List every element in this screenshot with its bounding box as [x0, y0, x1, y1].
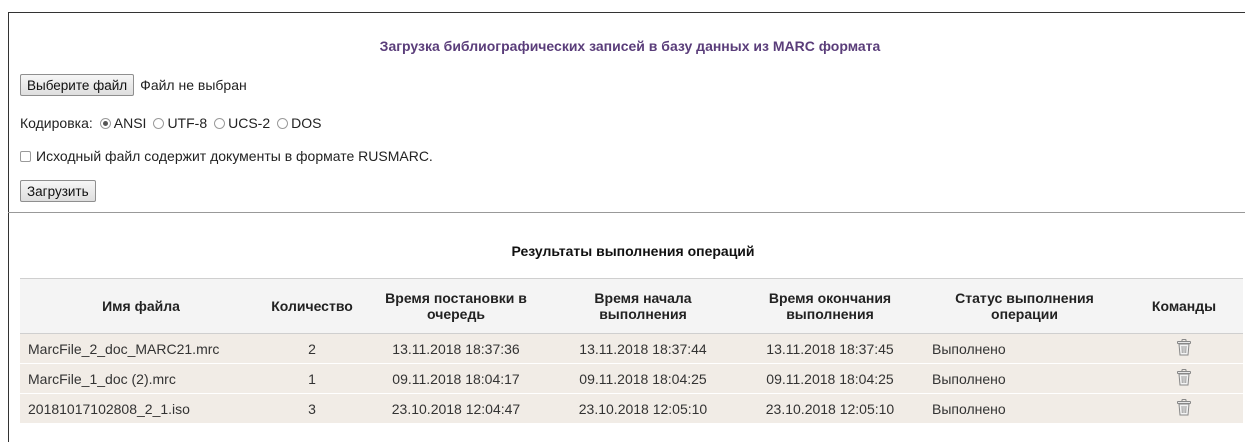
table-row: MarcFile_1_doc (2).mrc 1 09.11.2018 18:0…: [20, 364, 1243, 394]
radio-utf8[interactable]: [153, 118, 164, 129]
trash-icon[interactable]: [1177, 369, 1191, 389]
table-row: 20181017102808_2_1.iso 3 23.10.2018 12:0…: [20, 394, 1243, 424]
encoding-label: Кодировка:: [20, 115, 93, 131]
cell-filename: MarcFile_1_doc (2).mrc: [20, 364, 262, 394]
cell-commands: [1125, 394, 1243, 424]
col-header-queued[interactable]: Время постановки в очередь: [362, 279, 550, 334]
results-title: Результаты выполнения операций: [0, 243, 1245, 259]
cell-status: Выполнено: [924, 334, 1125, 364]
cell-count: 2: [262, 334, 362, 364]
rusmarc-label: Исходный файл содержит документы в форма…: [36, 148, 433, 164]
col-header-count[interactable]: Количество: [262, 279, 362, 334]
cell-started: 23.10.2018 12:05:10: [550, 394, 736, 424]
table-row: MarcFile_2_doc_MARC21.mrc 2 13.11.2018 1…: [20, 334, 1243, 364]
table-header-row: Имя файла Количество Время постановки в …: [20, 279, 1243, 334]
page-title: Загрузка библиографических записей в баз…: [0, 38, 1245, 54]
col-header-finished[interactable]: Время окончания выполнения: [736, 279, 924, 334]
radio-ucs2-label: UCS-2: [228, 115, 270, 131]
col-header-filename[interactable]: Имя файла: [20, 279, 262, 334]
cell-count: 3: [262, 394, 362, 424]
cell-started: 13.11.2018 18:37:44: [550, 334, 736, 364]
section-divider: [8, 212, 1245, 213]
cell-status: Выполнено: [924, 394, 1125, 424]
cell-count: 1: [262, 364, 362, 394]
col-header-status[interactable]: Статус выполнения операции: [924, 279, 1125, 334]
cell-finished: 23.10.2018 12:05:10: [736, 394, 924, 424]
rusmarc-checkbox[interactable]: [20, 151, 31, 162]
cell-started: 09.11.2018 18:04:25: [550, 364, 736, 394]
col-header-commands: Команды: [1125, 279, 1243, 334]
radio-ansi[interactable]: [100, 118, 111, 129]
radio-dos-label: DOS: [291, 115, 321, 131]
rusmarc-option: Исходный файл содержит документы в форма…: [20, 148, 433, 164]
trash-icon[interactable]: [1177, 399, 1191, 419]
encoding-group: Кодировка: ANSI UTF-8 UCS-2 DOS: [20, 115, 321, 131]
cell-commands: [1125, 364, 1243, 394]
cell-queued: 13.11.2018 18:37:36: [362, 334, 550, 364]
col-header-started[interactable]: Время начала выполнения: [550, 279, 736, 334]
cell-finished: 09.11.2018 18:04:25: [736, 364, 924, 394]
upload-button[interactable]: Загрузить: [20, 180, 96, 202]
choose-file-button[interactable]: Выберите файл: [20, 74, 134, 96]
radio-ansi-label: ANSI: [114, 115, 147, 131]
radio-ucs2[interactable]: [214, 118, 225, 129]
cell-filename: 20181017102808_2_1.iso: [20, 394, 262, 424]
file-picker: Выберите файл Файл не выбран: [20, 74, 247, 96]
cell-queued: 09.11.2018 18:04:17: [362, 364, 550, 394]
cell-queued: 23.10.2018 12:04:47: [362, 394, 550, 424]
cell-filename: MarcFile_2_doc_MARC21.mrc: [20, 334, 262, 364]
cell-finished: 13.11.2018 18:37:45: [736, 334, 924, 364]
results-table: Имя файла Количество Время постановки в …: [20, 278, 1243, 424]
cell-status: Выполнено: [924, 364, 1125, 394]
radio-utf8-label: UTF-8: [167, 115, 207, 131]
radio-dos[interactable]: [277, 118, 288, 129]
cell-commands: [1125, 334, 1243, 364]
file-status-text: Файл не выбран: [140, 77, 247, 93]
trash-icon[interactable]: [1177, 339, 1191, 359]
